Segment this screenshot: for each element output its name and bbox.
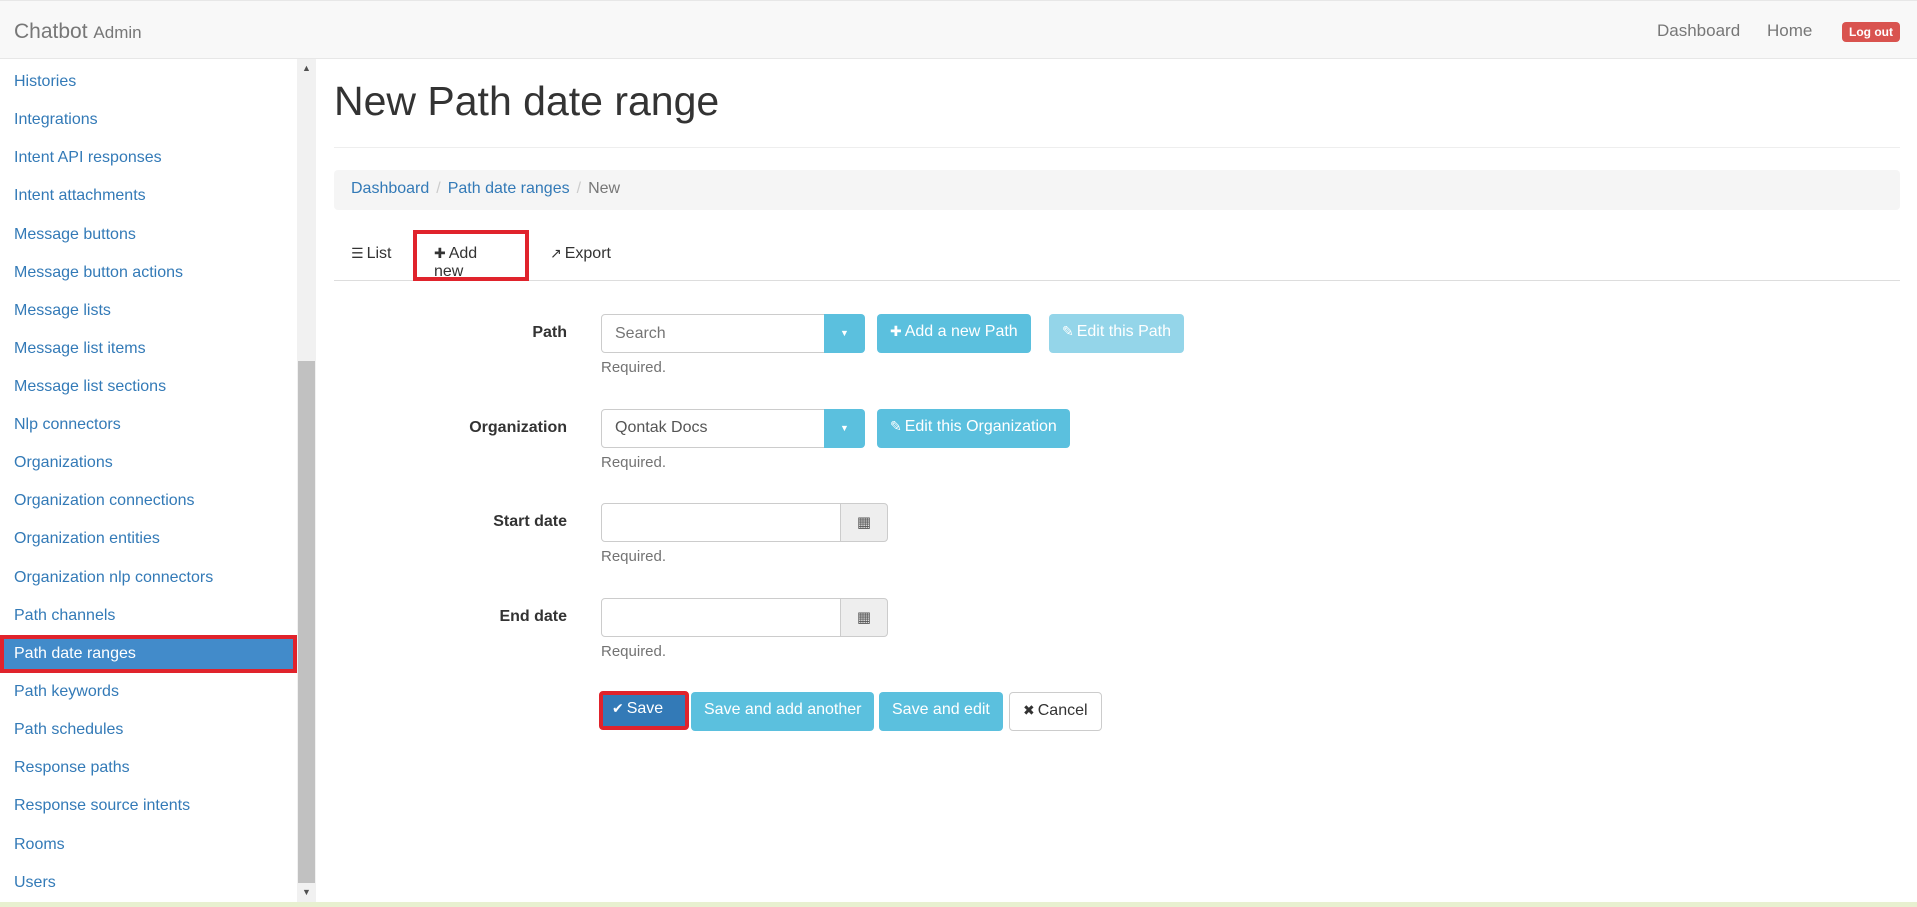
start-date-calendar-button[interactable]: ▦ <box>840 503 888 542</box>
start-date-label: Start date <box>493 513 567 530</box>
check-icon: ✔ <box>612 701 624 717</box>
cancel-label: Cancel <box>1037 702 1088 719</box>
add-new-path-button[interactable]: ✚ Add a new Path <box>877 314 1031 353</box>
sidebar-item-message-list-sections[interactable]: Message list sections <box>0 368 297 406</box>
organization-label: Organization <box>469 419 567 436</box>
tab-add-new[interactable]: ✚ Add new <box>413 230 529 281</box>
path-label: Path <box>532 324 567 341</box>
brand-title: Chatbot <box>14 20 88 43</box>
path-help-text: Required. <box>601 359 667 376</box>
save-and-add-another-button[interactable]: Save and add another <box>691 692 875 731</box>
sidebar-item-message-buttons[interactable]: Message buttons <box>0 216 297 254</box>
pencil-icon: ✎ <box>1062 324 1074 340</box>
sidebar-item-intent-api-responses[interactable]: Intent API responses <box>0 139 297 177</box>
sidebar-item-path-date-ranges[interactable]: Path date ranges <box>0 635 297 673</box>
edit-path-label: Edit this Path <box>1076 323 1172 340</box>
organization-help-text: Required. <box>601 454 667 471</box>
sidebar-item-rooms[interactable]: Rooms <box>0 826 297 864</box>
sidebar: Histories Integrations Intent API respon… <box>0 59 316 902</box>
top-navbar: Chatbot Admin Dashboard Home Log out <box>0 0 1917 59</box>
add-new-path-label: Add a new Path <box>904 323 1018 340</box>
tab-export-label: Export <box>564 245 611 262</box>
organization-select[interactable]: Qontak Docs <box>601 409 825 448</box>
sidebar-item-users[interactable]: Users <box>0 864 297 902</box>
breadcrumb-path-date-ranges-link[interactable]: Path date ranges <box>448 180 570 197</box>
list-icon: ☰ <box>351 246 364 262</box>
sidebar-item-path-channels[interactable]: Path channels <box>0 597 297 635</box>
path-dropdown-button[interactable]: ▼ <box>824 314 865 353</box>
edit-organization-label: Edit this Organization <box>904 418 1057 435</box>
end-date-label: End date <box>499 608 567 625</box>
chevron-down-icon: ▼ <box>840 423 849 433</box>
tab-list[interactable]: ☰ List <box>334 230 408 281</box>
save-and-edit-button[interactable]: Save and edit <box>879 692 1003 731</box>
start-date-input[interactable] <box>601 503 841 542</box>
sidebar-item-message-lists[interactable]: Message lists <box>0 292 297 330</box>
edit-path-button[interactable]: ✎ Edit this Path <box>1049 314 1185 353</box>
page-title: New Path date range <box>334 78 720 124</box>
nav-dashboard-link[interactable]: Dashboard <box>1657 21 1740 41</box>
share-icon: ↗ <box>550 246 562 262</box>
sidebar-item-histories[interactable]: Histories <box>0 63 297 101</box>
sidebar-item-message-button-actions[interactable]: Message button actions <box>0 254 297 292</box>
sidebar-item-path-keywords[interactable]: Path keywords <box>0 673 297 711</box>
breadcrumb: Dashboard / Path date ranges / New <box>334 170 1900 210</box>
bottom-bar <box>0 902 1917 907</box>
save-button[interactable]: ✔ Save <box>599 691 689 730</box>
nav-home-link[interactable]: Home <box>1767 21 1812 41</box>
path-search-input[interactable] <box>601 314 825 353</box>
brand[interactable]: Chatbot Admin <box>14 20 142 44</box>
sidebar-item-response-paths[interactable]: Response paths <box>0 749 297 787</box>
brand-subtitle: Admin <box>93 23 142 42</box>
sidebar-scrollbar-thumb[interactable] <box>298 361 315 883</box>
calendar-icon: ▦ <box>856 514 872 531</box>
plus-icon: ✚ <box>434 246 446 262</box>
sidebar-item-response-source-intents[interactable]: Response source intents <box>0 787 297 825</box>
end-date-calendar-button[interactable]: ▦ <box>840 598 888 637</box>
end-date-input[interactable] <box>601 598 841 637</box>
sidebar-item-intent-attachments[interactable]: Intent attachments <box>0 177 297 215</box>
scroll-up-arrow-icon[interactable]: ▲ <box>298 60 315 77</box>
sidebar-item-nlp-connectors[interactable]: Nlp connectors <box>0 406 297 444</box>
action-tabs: ☰ List ✚ Add new ↗ Export <box>334 230 1900 281</box>
edit-organization-button[interactable]: ✎ Edit this Organization <box>877 409 1070 448</box>
close-icon: ✖ <box>1023 703 1035 719</box>
title-divider <box>334 147 1900 148</box>
sidebar-item-path-schedules[interactable]: Path schedules <box>0 711 297 749</box>
sidebar-item-message-list-items[interactable]: Message list items <box>0 330 297 368</box>
breadcrumb-dashboard-link[interactable]: Dashboard <box>351 180 429 197</box>
tab-export[interactable]: ↗ Export <box>533 230 628 281</box>
cancel-button[interactable]: ✖ Cancel <box>1009 692 1102 731</box>
calendar-icon: ▦ <box>856 609 872 626</box>
sidebar-item-organization-connections[interactable]: Organization connections <box>0 482 297 520</box>
plus-icon: ✚ <box>890 324 902 340</box>
breadcrumb-current: New <box>588 180 621 197</box>
end-date-help-text: Required. <box>601 643 667 660</box>
start-date-help-text: Required. <box>601 548 667 565</box>
save-label: Save <box>626 700 664 717</box>
scroll-down-arrow-icon[interactable]: ▼ <box>298 884 315 901</box>
sidebar-item-organization-nlp-connectors[interactable]: Organization nlp connectors <box>0 559 297 597</box>
tab-list-label: List <box>366 245 392 262</box>
sidebar-item-integrations[interactable]: Integrations <box>0 101 297 139</box>
pencil-icon: ✎ <box>890 419 902 435</box>
sidebar-item-organization-entities[interactable]: Organization entities <box>0 520 297 558</box>
chevron-down-icon: ▼ <box>840 328 849 338</box>
organization-dropdown-button[interactable]: ▼ <box>824 409 865 448</box>
logout-button[interactable]: Log out <box>1842 22 1900 42</box>
sidebar-item-organizations[interactable]: Organizations <box>0 444 297 482</box>
